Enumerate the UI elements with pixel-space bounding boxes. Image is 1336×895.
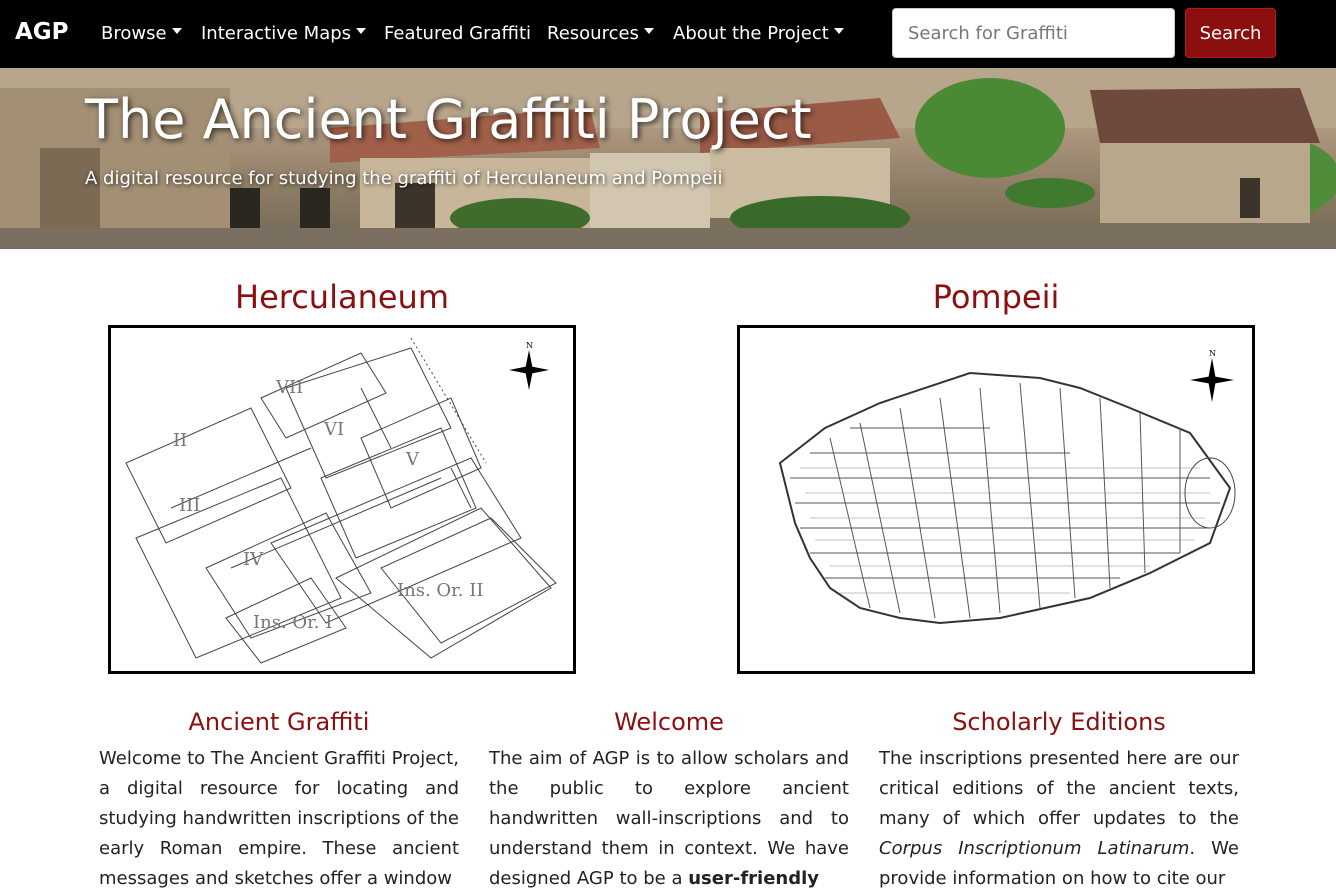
region-label-vii: VII — [275, 377, 303, 398]
compass-icon: N — [509, 341, 549, 390]
compass-icon: N — [1190, 349, 1234, 402]
nav-about-project-label: About the Project — [673, 23, 829, 44]
scholarly-editions-heading: Scholarly Editions — [952, 708, 1166, 736]
region-label-iii: III — [179, 495, 200, 516]
chevron-down-icon — [356, 28, 367, 34]
ancient-graffiti-text: Welcome to The Ancient Graffiti Project,… — [99, 744, 459, 894]
herculaneum-map-image: II III IV V VI VII Ins. Or. I Ins. Or. I… — [125, 337, 557, 664]
chevron-down-icon — [833, 28, 844, 34]
brand-logo[interactable]: AGP — [15, 19, 69, 45]
hero-title: The Ancient Graffiti Project — [85, 88, 812, 151]
nav-about-project[interactable]: About the Project — [673, 23, 844, 44]
nav-browse-label: Browse — [101, 23, 167, 44]
compass-north-label: N — [1209, 349, 1216, 358]
region-label-ii: II — [173, 430, 187, 451]
welcome-heading: Welcome — [614, 708, 724, 736]
nav-featured-graffiti[interactable]: Featured Graffiti — [384, 23, 531, 44]
nav-resources[interactable]: Resources — [547, 23, 654, 44]
nav-browse[interactable]: Browse — [101, 23, 182, 44]
region-label-iv: IV — [243, 549, 264, 570]
chevron-down-icon — [171, 28, 182, 34]
chevron-down-icon — [643, 28, 654, 34]
hero-banner: The Ancient Graffiti Project A digital r… — [0, 68, 1336, 249]
region-label-vi: VI — [323, 419, 344, 440]
ancient-graffiti-heading: Ancient Graffiti — [188, 708, 370, 736]
search-input[interactable] — [892, 8, 1175, 58]
region-label-ins-or-i: Ins. Or. I — [253, 612, 332, 633]
pompeii-map[interactable]: N — [737, 325, 1255, 674]
pompeii-map-image: N — [778, 349, 1236, 625]
region-label-v: V — [405, 449, 420, 470]
welcome-text: The aim of AGP is to allow scholars and … — [489, 744, 849, 894]
hero-subtitle: A digital resource for studying the graf… — [85, 168, 723, 189]
scholarly-editions-text: The inscriptions presented here are our … — [879, 744, 1239, 894]
nav-interactive-maps[interactable]: Interactive Maps — [201, 23, 367, 44]
welcome-bold-text: user-friendly — [688, 868, 820, 889]
pompeii-heading[interactable]: Pompeii — [737, 278, 1255, 316]
nav-featured-graffiti-label: Featured Graffiti — [384, 23, 532, 44]
search-button[interactable]: Search — [1185, 8, 1276, 58]
scholarly-paragraph-start: The inscriptions presented here are our … — [879, 748, 1239, 829]
region-label-ins-or-ii: Ins. Or. II — [397, 580, 483, 601]
navbar: AGP Browse Interactive Maps Featured Gra… — [0, 0, 1336, 68]
nav-interactive-maps-label: Interactive Maps — [201, 23, 352, 44]
compass-north-label: N — [526, 341, 533, 350]
herculaneum-heading[interactable]: Herculaneum — [108, 278, 576, 316]
scholarly-corpus-title: Corpus Inscriptionum Latinarum — [879, 838, 1190, 859]
nav-resources-label: Resources — [547, 23, 639, 44]
ancient-graffiti-paragraph: Welcome to The Ancient Graffiti Project,… — [99, 748, 459, 889]
herculaneum-map[interactable]: II III IV V VI VII Ins. Or. I Ins. Or. I… — [108, 325, 576, 674]
